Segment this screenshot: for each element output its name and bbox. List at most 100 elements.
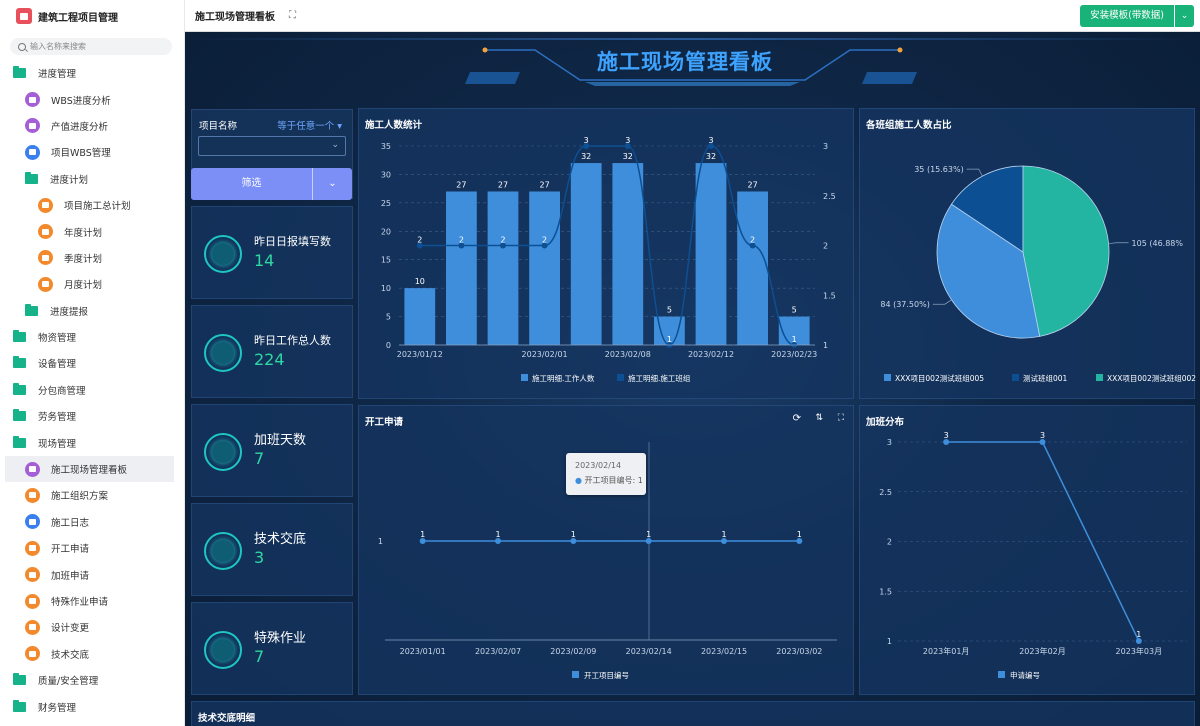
bar-label: 27 xyxy=(498,180,508,189)
x-tick-label: 2023年03月 xyxy=(1116,646,1163,656)
x-tick-label: 2023/02/14 xyxy=(626,647,672,656)
x-tick-label: 2023/02/01 xyxy=(522,350,568,359)
sidebar-item[interactable]: 物资管理 xyxy=(0,324,184,350)
bar-label: 5 xyxy=(792,306,797,315)
sidebar-item[interactable]: 项目WBS管理 xyxy=(0,139,184,165)
tech-detail-panel: 技术交底明细 xyxy=(191,701,1195,726)
pie-leader xyxy=(1108,242,1129,244)
point-label: 3 xyxy=(1040,431,1045,440)
sidebar-item[interactable]: 进度计划 xyxy=(0,166,184,192)
sidebar-item[interactable]: WBS进度分析 xyxy=(0,86,184,112)
sidebar-item-label: 进度计划 xyxy=(50,174,89,186)
sidebar-item[interactable]: 项目施工总计划 xyxy=(0,192,184,218)
sidebar-item[interactable]: 进度提报 xyxy=(0,298,184,324)
chart-icon xyxy=(25,118,40,134)
sidebar-item-label: 产值进度分析 xyxy=(51,121,109,133)
kpi-card: 昨日工作总人数 224 xyxy=(191,305,353,398)
diamond-icon xyxy=(204,433,242,471)
kpi-value: 14 xyxy=(254,251,275,270)
y-tick-label: 0 xyxy=(386,341,391,350)
legend-label: 施工明细.施工班组 xyxy=(628,373,691,383)
bar xyxy=(570,163,602,345)
legend-label: 申请编号 xyxy=(1010,670,1040,680)
y2-tick-label: 1.5 xyxy=(823,291,836,300)
filter-button[interactable]: 筛选 xyxy=(191,168,312,200)
pie-label: 105 (46.88% xyxy=(1132,239,1184,248)
x-tick-label: 2023/02/09 xyxy=(550,647,596,656)
sidebar-item[interactable]: 施工日志 xyxy=(0,509,184,535)
sidebar-item-label: 进度管理 xyxy=(38,69,77,81)
sidebar-item[interactable]: 施工组织方案 xyxy=(0,482,184,508)
sidebar-item[interactable]: 设备管理 xyxy=(0,350,184,376)
x-tick-label: 2023/02/12 xyxy=(688,350,734,359)
diamond-icon xyxy=(204,235,242,273)
sidebar-item[interactable]: 产值进度分析 xyxy=(0,113,184,139)
sidebar-item-label: 开工申请 xyxy=(51,544,90,556)
pie-label: 35 (15.63%) xyxy=(914,165,963,174)
filter-dropdown-icon[interactable]: ⌄ xyxy=(312,168,352,200)
sidebar-item-label: 质量/安全管理 xyxy=(38,676,99,688)
sidebar-item[interactable]: 季度计划 xyxy=(0,245,184,271)
kpi-value: 7 xyxy=(254,647,265,666)
x-tick-label: 2023/02/08 xyxy=(605,350,651,359)
legend-label: 开工项目编号 xyxy=(584,670,629,680)
y-tick-label: 35 xyxy=(381,142,391,151)
sidebar-item-label: 技术交底 xyxy=(51,649,90,661)
sidebar-item[interactable]: 月度计划 xyxy=(0,271,184,297)
point-label: 1 xyxy=(420,530,425,539)
y2-tick-label: 1 xyxy=(823,341,828,350)
kpi-card: 昨日日报填写数 14 xyxy=(191,206,353,299)
point-label: 1 xyxy=(495,530,500,539)
sidebar-item[interactable]: 特殊作业申请 xyxy=(0,588,184,614)
y-tick-label: 2 xyxy=(887,538,892,547)
sidebar-item[interactable]: 技术交底 xyxy=(0,641,184,667)
diamond-icon xyxy=(204,334,242,372)
legend-swatch xyxy=(998,671,1005,678)
bar xyxy=(404,288,436,345)
fullscreen-icon[interactable]: ⛶ xyxy=(289,10,296,21)
dashboard-title: 施工现场管理看板 xyxy=(597,50,773,74)
y-tick-label: 1 xyxy=(887,637,892,646)
x-tick-label: 2023/02/23 xyxy=(771,350,817,359)
kpi-card: 加班天数 7 xyxy=(191,404,353,497)
filter-operator-select[interactable]: 等于任意一个 ▾ xyxy=(277,118,342,132)
diamond-icon xyxy=(204,631,242,669)
y-tick-label: 25 xyxy=(381,199,391,208)
legend-swatch xyxy=(884,374,891,381)
doc-icon xyxy=(25,646,40,662)
sidebar-item[interactable]: 质量/安全管理 xyxy=(0,667,184,693)
top-bar: 施工现场管理看板 ⛶ 安装模板(带数据) ⌄ xyxy=(185,0,1200,32)
point-label: 1 xyxy=(646,530,651,539)
sidebar-item-label: 项目WBS管理 xyxy=(51,148,111,160)
line-label: 2 xyxy=(542,236,547,245)
legend-label: XXX项目002测试班组002 xyxy=(1107,373,1196,383)
pie-label: 84 (37.50%) xyxy=(880,300,929,309)
legend-label: 测试班组001 xyxy=(1023,373,1068,383)
pie-leader xyxy=(966,168,983,177)
search-placeholder: 输入名称来搜索 xyxy=(30,42,86,51)
sidebar-item[interactable]: 施工现场管理看板 xyxy=(5,455,174,483)
install-dropdown-icon[interactable]: ⌄ xyxy=(1174,5,1194,27)
team-share-chart: 84 (37.50%) 35 (15.63%) 105 (46.88% XXX项目00… xyxy=(880,165,1196,383)
sidebar-item[interactable]: 加班申请 xyxy=(0,561,184,587)
x-tick-label: 2023/03/02 xyxy=(776,647,822,656)
doc-icon xyxy=(38,276,53,292)
sidebar-item-label: 分包商管理 xyxy=(38,385,86,397)
search-input[interactable]: 输入名称来搜索 xyxy=(10,38,172,55)
sidebar-item[interactable]: 财务管理 xyxy=(0,693,184,719)
point-label: 1 xyxy=(1136,630,1141,639)
chart-tooltip: 2023/02/14 ● 开工项目编号: 1 xyxy=(566,453,646,495)
filter-value-select[interactable]: ⌄ xyxy=(198,136,346,156)
doc-icon xyxy=(25,567,40,583)
sidebar-item[interactable]: 年度计划 xyxy=(0,218,184,244)
sidebar-item[interactable]: 进度管理 xyxy=(0,60,184,86)
sidebar-item[interactable]: 劳务管理 xyxy=(0,403,184,429)
line-label: 2 xyxy=(750,236,755,245)
sidebar-item[interactable]: 设计变更 xyxy=(0,614,184,640)
sidebar-item[interactable]: 分包商管理 xyxy=(0,377,184,403)
worker-stats-panel: 施工人数统计 0 5 10 15 20 25 30 35 1 1.5 2 2.5 3 10 27 27 27 32… xyxy=(358,108,854,399)
tech-detail-title: 技术交底明细 xyxy=(198,713,256,724)
sidebar-item[interactable]: 开工申请 xyxy=(0,535,184,561)
sidebar-item[interactable]: 现场管理 xyxy=(0,429,184,455)
install-template-button[interactable]: 安装模板(带数据) xyxy=(1080,5,1174,27)
